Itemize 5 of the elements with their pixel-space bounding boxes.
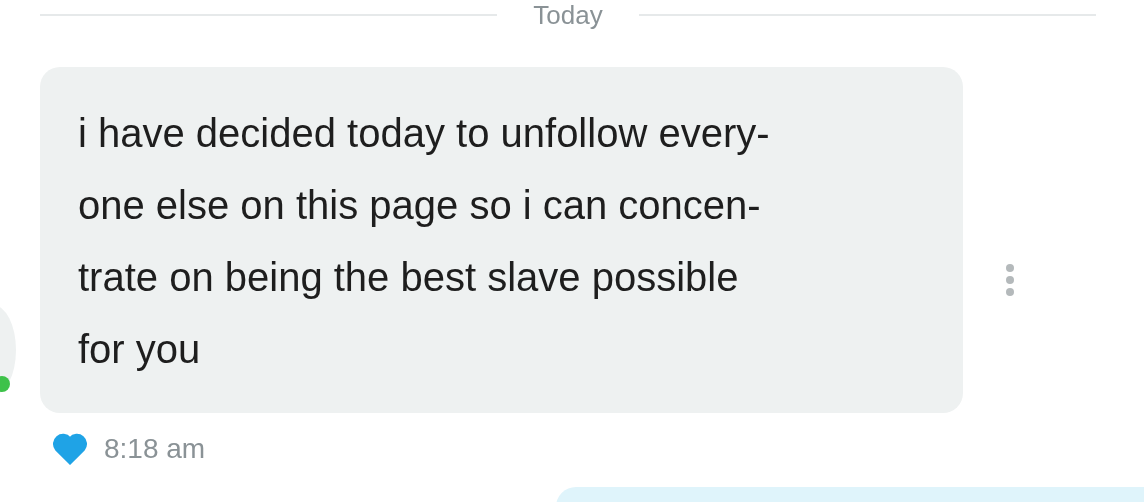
date-divider-label: Today [533,0,603,31]
more-options-icon[interactable] [1005,264,1015,296]
message-time: 8:18 am [104,433,206,465]
message-text: i have decided today to unfollow every- one else on this page so i can concen- trate on being the best slave possible for you [78,110,771,373]
heart-icon[interactable] [52,433,88,465]
